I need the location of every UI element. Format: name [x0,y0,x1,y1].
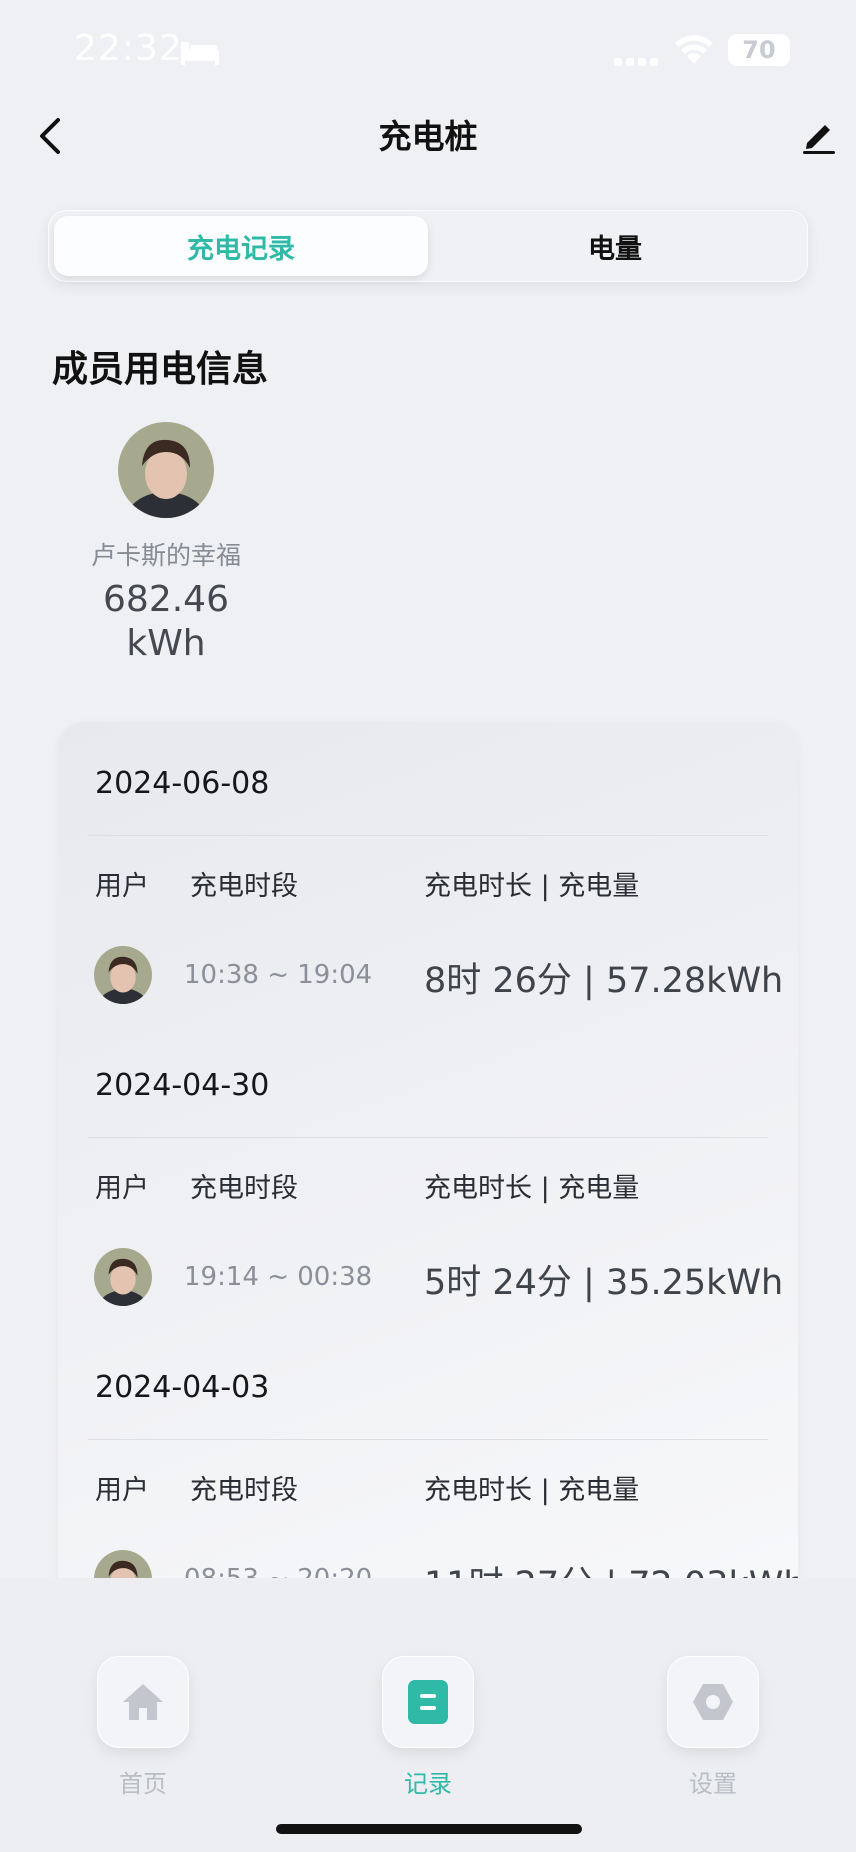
records-list[interactable]: 2024-06-08 用户 充电时段 充电时长 | 充电量 10:38 ~ 19… [58,722,798,1582]
pencil-icon [803,125,835,154]
avatar [94,946,152,1004]
header-user: 用户 [95,871,149,902]
record-date: 2024-06-08 [95,766,270,801]
section-title: 成员用电信息 [52,349,269,390]
record-period: 19:14 ~ 00:38 [184,1262,373,1292]
member-card[interactable]: 卢卡斯的幸福 682.46 kWh [66,422,266,666]
tab-charging-records[interactable]: 充电记录 [54,216,428,276]
record-date: 2024-04-03 [95,1370,270,1405]
status-bar: 22:32 70 [0,0,856,100]
header-period: 充电时段 [190,1173,298,1204]
tab-power[interactable]: 电量 [428,216,802,276]
tab-records[interactable]: 记录 [378,1656,478,1799]
page-title: 充电桩 [378,117,478,156]
header-user: 用户 [95,1475,149,1506]
tab-records-label: 记录 [404,1770,452,1798]
member-energy-unit: kWh [126,623,206,664]
segmented-control: 充电记录 电量 [48,210,808,282]
home-tab-button[interactable] [97,1656,189,1748]
header-period: 充电时段 [190,1475,298,1506]
sleep-focus-icon [181,42,219,65]
header-duration: 充电时长 | 充电量 [424,1173,640,1204]
tab-home-label: 首页 [119,1770,167,1798]
bottom-tab-bar: 首页 记录 设置 [0,1578,856,1852]
record-date: 2024-04-30 [95,1068,270,1103]
avatar [94,1248,152,1306]
member-energy-value: 682.46 [103,579,229,620]
wifi-icon [675,35,713,64]
header-period: 充电时段 [190,871,298,902]
record-duration: 8时 26分 | 57.28kWh [424,961,784,1001]
header-duration: 充电时长 | 充电量 [424,1475,640,1506]
member-name: 卢卡斯的幸福 [90,541,241,570]
tab-settings[interactable]: 设置 [663,1656,763,1799]
tab-settings-label: 设置 [689,1770,737,1798]
record-period: 10:38 ~ 19:04 [184,960,373,990]
records-tab-button[interactable] [382,1656,474,1748]
avatar [118,422,214,518]
battery-indicator: 70 [728,34,790,66]
divider [88,1137,768,1138]
edit-button[interactable] [794,110,844,160]
home-indicator [276,1824,582,1834]
cellular-signal-icon [614,58,658,66]
records-icon [408,1680,448,1724]
header-user: 用户 [95,1173,149,1204]
settings-tab-button[interactable] [667,1656,759,1748]
record-duration: 5时 24分 | 35.25kWh [424,1263,784,1303]
status-time: 22:32 [74,28,183,69]
divider [88,1439,768,1440]
tab-home[interactable]: 首页 [93,1656,193,1799]
home-icon [123,1684,163,1720]
settings-hexagon-icon [693,1684,733,1720]
divider [88,835,768,836]
header-duration: 充电时长 | 充电量 [424,871,640,902]
